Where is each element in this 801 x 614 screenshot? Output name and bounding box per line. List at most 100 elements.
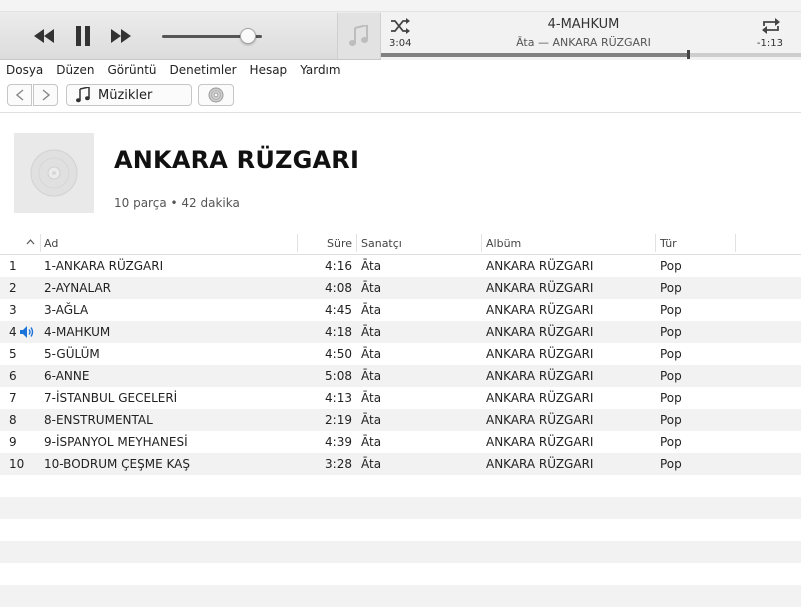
track-genre: Pop [660, 347, 682, 361]
track-artist: Āta [361, 369, 382, 383]
track-number: 4 [9, 325, 17, 339]
table-row[interactable]: 6 6-ANNE 5:08 Āta ANKARA RÜZGARI Pop [0, 365, 801, 387]
media-kind-selector[interactable]: Müzikler [66, 84, 192, 106]
track-number: 5 [9, 347, 17, 361]
track-name: 4-MAHKUM [44, 325, 111, 339]
volume-slider[interactable] [162, 28, 266, 44]
album-title: ANKARA RÜZGARI [114, 146, 360, 174]
column-separator [481, 234, 482, 252]
back-button[interactable] [7, 84, 32, 106]
window-titlebar [0, 0, 801, 12]
table-row[interactable]: 9 9-İSPANYOL MEYHANESİ 4:39 Āta ANKARA RÜZGA… [0, 431, 801, 453]
track-name: 10-BODRUM ÇEŞME KAŞ [44, 457, 190, 471]
chevron-right-icon [42, 89, 50, 101]
empty-row [0, 475, 801, 497]
menu-goruntu[interactable]: Görüntü [107, 63, 156, 77]
column-header-genre[interactable]: Tür [660, 237, 677, 250]
sort-ascending-icon[interactable] [26, 239, 35, 245]
track-genre: Pop [660, 457, 682, 471]
track-album: ANKARA RÜZGARI [486, 347, 594, 361]
track-duration: 4:50 [325, 347, 352, 361]
player-bar: 4-MAHKUM Āta — ANKARA RÜZGARI 3:04 -1:13 [0, 12, 801, 60]
track-genre: Pop [660, 281, 682, 295]
track-duration: 4:13 [325, 391, 352, 405]
pause-button[interactable] [71, 25, 95, 47]
track-list: 1 1-ANKARA RÜZGARI 4:16 Āta ANKARA RÜZGARI Po… [0, 255, 801, 475]
column-header-album[interactable]: Albüm [486, 237, 521, 250]
column-header-artist[interactable]: Sanatçı [361, 237, 402, 250]
elapsed-time: 3:04 [389, 38, 412, 49]
track-genre: Pop [660, 369, 682, 383]
column-separator [655, 234, 656, 252]
column-header-name[interactable]: Ad [44, 237, 58, 250]
forward-button[interactable] [33, 84, 58, 106]
menu-duzen[interactable]: Düzen [56, 63, 94, 77]
column-header-time[interactable]: Süre [298, 237, 352, 250]
repeat-button[interactable] [761, 17, 781, 35]
navigation-bar: Müzikler [0, 80, 801, 113]
menu-yardim[interactable]: Yardım [300, 63, 340, 77]
track-number: 1 [9, 259, 17, 273]
track-duration: 4:08 [325, 281, 352, 295]
table-header: Ad Süre Sanatçı Albüm Tür [0, 233, 801, 255]
progress-scrubber[interactable] [686, 50, 690, 59]
track-album: ANKARA RÜZGARI [486, 457, 594, 471]
now-playing-subtitle[interactable]: Āta — ANKARA RÜZGARI [441, 36, 726, 49]
volume-knob[interactable] [240, 28, 256, 44]
now-playing-artwork[interactable] [337, 13, 381, 59]
playback-progress-bar[interactable] [381, 50, 801, 59]
track-duration: 3:28 [325, 457, 352, 471]
table-row[interactable]: 7 7-İSTANBUL GECELERİ 4:13 Āta ANKARA RÜZGAR… [0, 387, 801, 409]
track-name: 6-ANNE [44, 369, 90, 383]
track-number: 6 [9, 369, 17, 383]
table-row[interactable]: 4 4-MAHKUM 4:18 Āta ANKARA RÜZGARI Pop [0, 321, 801, 343]
track-duration: 4:39 [325, 435, 352, 449]
track-genre: Pop [660, 325, 682, 339]
music-note-icon [349, 25, 368, 46]
pause-icon [76, 26, 90, 46]
track-artist: Āta [361, 457, 382, 471]
music-note-icon [76, 87, 90, 103]
remaining-time[interactable]: -1:13 [757, 38, 783, 49]
table-row[interactable]: 8 8-ENSTRUMENTAL 2:19 Āta ANKARA RÜZGARI Pop [0, 409, 801, 431]
menu-dosya[interactable]: Dosya [6, 63, 43, 77]
shuffle-button[interactable] [390, 18, 410, 34]
track-album: ANKARA RÜZGARI [486, 325, 594, 339]
menu-denetimler[interactable]: Denetimler [170, 63, 237, 77]
repeat-icon [762, 18, 780, 34]
table-row[interactable]: 5 5-GÜLÜM 4:50 Āta ANKARA RÜZGARI Pop [0, 343, 801, 365]
track-artist: Āta [361, 303, 382, 317]
track-artist: Āta [361, 391, 382, 405]
table-row[interactable]: 10 10-BODRUM ÇEŞME KAŞ 3:28 Āta ANKARA RÜZGA… [0, 453, 801, 475]
track-album: ANKARA RÜZGARI [486, 369, 594, 383]
track-artist: Āta [361, 259, 382, 273]
next-button[interactable] [108, 26, 134, 46]
shuffle-icon [391, 18, 410, 34]
menu-bar: Dosya Düzen Görüntü Denetimler Hesap Yar… [0, 60, 801, 80]
table-row[interactable]: 1 1-ANKARA RÜZGARI 4:16 Āta ANKARA RÜZGARI Po… [0, 255, 801, 277]
empty-row [0, 519, 801, 541]
track-name: 3-AĞLA [44, 303, 89, 317]
device-button[interactable] [198, 84, 234, 106]
track-album: ANKARA RÜZGARI [486, 281, 594, 295]
table-row[interactable]: 2 2-AYNALAR 4:08 Āta ANKARA RÜZGARI Pop [0, 277, 801, 299]
now-playing-title: 4-MAHKUM [547, 17, 620, 32]
track-number: 2 [9, 281, 17, 295]
track-name: 5-GÜLÜM [44, 347, 100, 361]
column-separator [356, 234, 357, 252]
progress-fill [381, 53, 688, 57]
empty-row [0, 585, 801, 607]
empty-row [0, 541, 801, 563]
previous-button[interactable] [31, 26, 57, 46]
table-row[interactable]: 3 3-AĞLA 4:45 Āta ANKARA RÜZGARI Pop [0, 299, 801, 321]
track-number: 3 [9, 303, 17, 317]
fast-forward-icon [111, 29, 131, 43]
menu-hesap[interactable]: Hesap [250, 63, 288, 77]
track-genre: Pop [660, 391, 682, 405]
track-name: 7-İSTANBUL GECELERİ [44, 391, 178, 405]
cd-icon [30, 149, 78, 197]
track-genre: Pop [660, 303, 682, 317]
track-duration: 4:16 [325, 259, 352, 273]
track-artist: Āta [361, 413, 382, 427]
album-artwork[interactable] [14, 133, 94, 213]
